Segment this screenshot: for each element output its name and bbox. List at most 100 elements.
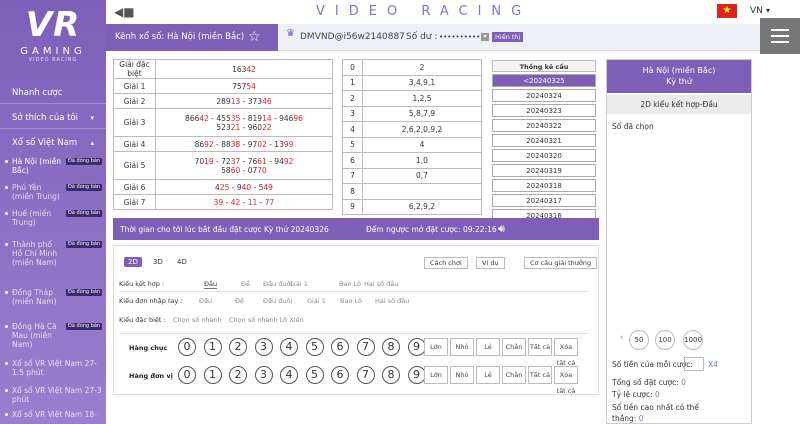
- bet-type-option[interactable]: Bao Lô: [340, 297, 362, 305]
- quick-select-button[interactable]: Tất cả: [528, 366, 552, 384]
- number-ball-4[interactable]: 4: [280, 338, 298, 356]
- bet-type-option[interactable]: Chọn số nhanh: [173, 316, 222, 324]
- amount-chip-100[interactable]: 100: [655, 330, 675, 350]
- head-digit: 7: [342, 167, 363, 184]
- sound-icon[interactable]: 🔊︎: [498, 222, 505, 236]
- bet-type-option[interactable]: Đầu đuôi: [263, 280, 292, 288]
- prize-structure-button[interactable]: Cơ cấu giải thưởng: [524, 257, 598, 269]
- sidebar-sub-item[interactable]: Thành phố Hồ Chí Minh (miền Nam) Đã đóng …: [5, 240, 106, 267]
- number-ball-2[interactable]: 2: [229, 366, 247, 384]
- date-item[interactable]: <20240325: [492, 74, 596, 87]
- number-ball-7[interactable]: 7: [356, 338, 375, 356]
- bet-type-option[interactable]: Chọn số nhanh Lô Xiên: [229, 316, 304, 324]
- bet-type-option[interactable]: Đề: [241, 280, 250, 288]
- number-ball-0[interactable]: 0: [178, 338, 196, 356]
- number-ball-8[interactable]: 8: [382, 366, 400, 384]
- sidebar-item-vn-lottery[interactable]: Xổ số Việt Nam ▴: [0, 132, 106, 154]
- chevron-left-icon[interactable]: ‹: [620, 333, 624, 343]
- date-item[interactable]: 20240323: [492, 104, 596, 117]
- table-row: 4 2,6,2,0,9,2: [342, 121, 482, 138]
- bet-type-option[interactable]: Bao Lô: [339, 280, 361, 288]
- amount-chip-50[interactable]: 50: [629, 330, 649, 350]
- sidebar-sub-label: Thành phố Hồ Chí Minh (miền Nam): [12, 240, 58, 267]
- sidebar-sub-item[interactable]: Huế (miền Trung) Đã đóng bán: [5, 209, 106, 227]
- sidebar-item-favorites[interactable]: Sở thích của tôi ▾: [0, 107, 106, 129]
- sidebar-sub-item[interactable]: Xổ số VR Việt Nam 27-3 phút: [5, 386, 106, 404]
- number-ball-1[interactable]: 1: [203, 366, 222, 384]
- head-digit: 8: [342, 183, 363, 200]
- bet-type-option[interactable]: Đầu đuôi: [263, 297, 292, 305]
- sidebar-sub-item[interactable]: Xổ số VR Việt Nam 27-1.5 phút: [5, 359, 106, 377]
- tab-4d[interactable]: 4D: [173, 257, 191, 267]
- bet-type-option[interactable]: Hai số đầu: [375, 297, 409, 305]
- tab-2d[interactable]: 2D: [124, 257, 142, 267]
- date-item[interactable]: 20240317: [492, 194, 596, 207]
- language-selector[interactable]: VN: [750, 6, 763, 16]
- date-item[interactable]: 20240324: [492, 89, 596, 102]
- chevron-down-icon: ▾: [90, 114, 94, 122]
- prize-name: Giải 3: [113, 108, 156, 137]
- favorite-star-icon[interactable]: ☆: [248, 29, 261, 45]
- date-item[interactable]: 20240319: [492, 164, 596, 177]
- show-balance-button[interactable]: Hiển thị: [492, 32, 524, 42]
- number-ball-4[interactable]: 4: [280, 366, 298, 384]
- prize-name: Giải 7: [113, 194, 156, 210]
- quick-select-button[interactable]: Nhỏ: [450, 366, 474, 384]
- chevron-down-icon[interactable]: ▾: [766, 6, 770, 15]
- how-to-play-button[interactable]: Cách chơi: [424, 257, 468, 269]
- tab-3d[interactable]: 3D: [149, 257, 167, 267]
- date-item[interactable]: 20240320: [492, 149, 596, 162]
- quick-select-button[interactable]: Lẻ: [476, 338, 500, 356]
- vietnam-flag-icon[interactable]: ★: [717, 4, 737, 18]
- date-item[interactable]: 20240318: [492, 179, 596, 192]
- quick-select-button[interactable]: Lớn: [424, 338, 448, 356]
- number-ball-3[interactable]: 3: [254, 338, 273, 356]
- number-ball-1[interactable]: 1: [203, 338, 222, 356]
- number-ball-2[interactable]: 2: [229, 338, 247, 356]
- number-ball-0[interactable]: 0: [178, 366, 196, 384]
- number-ball-3[interactable]: 3: [254, 366, 273, 384]
- quick-select-button[interactable]: Nhỏ: [450, 338, 474, 356]
- bet-type-option[interactable]: Đầu: [199, 297, 212, 305]
- bet-type-option[interactable]: Đầu: [204, 280, 218, 289]
- quick-select-button[interactable]: Chẵn: [502, 366, 526, 384]
- sidebar-sub-item[interactable]: Phú Yên (miền Trung) Đã đóng bán: [5, 183, 106, 201]
- date-item[interactable]: 20240321: [492, 134, 596, 147]
- number-ball-5[interactable]: 5: [305, 338, 324, 356]
- sidebar-sub-label: Xổ số VR Việt Nam 27-3 phút: [12, 386, 102, 404]
- sidebar-sub-item[interactable]: Hà Nội (miền Bắc) Đã đóng bán: [5, 157, 106, 175]
- quick-select-button[interactable]: Lớn: [424, 366, 448, 384]
- username: DMVND@i56w2140887: [300, 32, 405, 42]
- announcement-icon[interactable]: ◀■: [114, 5, 135, 19]
- quick-select-button[interactable]: Xóa tất cả: [554, 338, 578, 367]
- quick-select-button[interactable]: Xóa tất cả: [554, 366, 578, 395]
- menu-icon[interactable]: [760, 18, 800, 54]
- example-button[interactable]: Ví dụ: [476, 257, 505, 269]
- number-ball-5[interactable]: 5: [305, 366, 324, 384]
- sidebar-sub-item[interactable]: Đồng Hà Cà Mau (miền Nam) Đã đóng bán: [5, 322, 106, 349]
- balance-dropdown-icon[interactable]: ▾: [481, 33, 489, 41]
- balance-value: ••••••••••: [439, 33, 481, 41]
- bet-type-option[interactable]: Hai số đầu: [364, 280, 398, 288]
- quick-select-button[interactable]: Lẻ: [476, 366, 500, 384]
- countdown-timer: Đếm ngược mở đặt cược: 09:22:16: [366, 225, 497, 234]
- number-ball-6[interactable]: 6: [331, 338, 349, 356]
- bet-type-option[interactable]: Giải 1: [307, 297, 326, 305]
- bet-type-option[interactable]: Đề: [235, 297, 244, 305]
- bullet-icon: [5, 291, 8, 294]
- number-ball-9[interactable]: 9: [407, 338, 426, 356]
- quick-select-button[interactable]: Tất cả: [528, 338, 552, 356]
- amount-chip-1000[interactable]: 1000: [683, 330, 703, 350]
- bet-type-option[interactable]: Giải 1: [289, 280, 308, 288]
- quick-select-button[interactable]: Chẵn: [502, 338, 526, 356]
- sidebar-sub-item[interactable]: Đồng Tháp (miền Nam) Đã đóng bán: [5, 288, 106, 306]
- number-ball-6[interactable]: 6: [331, 366, 349, 384]
- number-ball-7[interactable]: 7: [356, 366, 375, 384]
- date-item[interactable]: 20240322: [492, 119, 596, 132]
- per-bet-input[interactable]: [684, 357, 704, 371]
- number-ball-9[interactable]: 9: [407, 366, 426, 384]
- sidebar-item-quick-bet[interactable]: Nhanh cược: [0, 82, 106, 104]
- sidebar-sub-item[interactable]: Xổ số VR Việt Nam 18-: [5, 410, 106, 419]
- head-digit: 9: [342, 198, 363, 215]
- number-ball-8[interactable]: 8: [382, 338, 400, 356]
